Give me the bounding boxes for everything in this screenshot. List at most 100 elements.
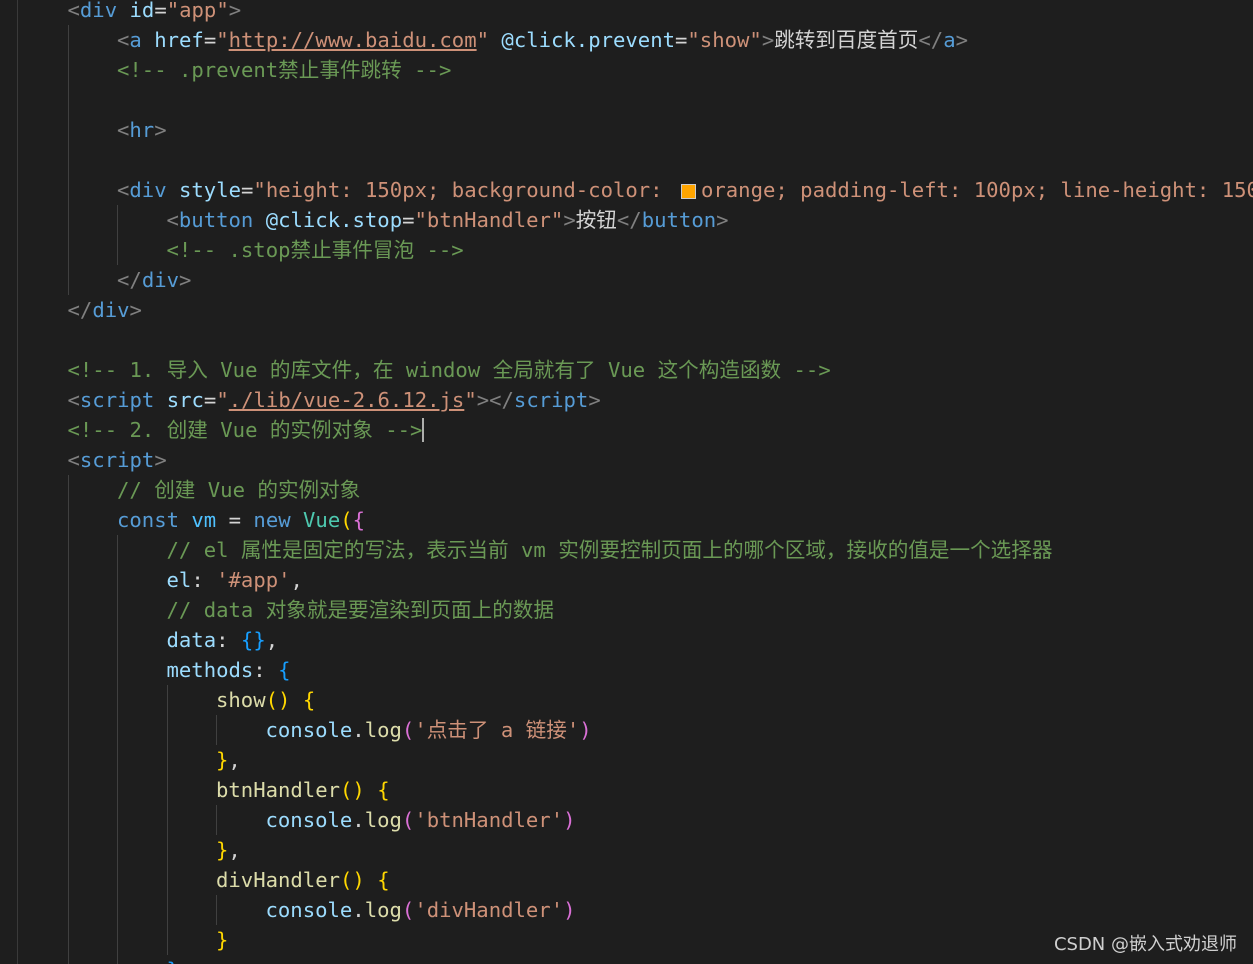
indent-guide xyxy=(67,475,69,505)
code-token: > xyxy=(129,298,142,322)
code-token: <!-- 1. 导入 Vue 的库文件，在 window 全局就有了 Vue 这… xyxy=(67,358,831,382)
watermark: CSDN @嵌入式劝退师 xyxy=(1053,934,1237,955)
indent-guide xyxy=(117,745,118,775)
code-token: " xyxy=(216,388,229,412)
code-token: , xyxy=(265,628,279,652)
code-line-content: show() { xyxy=(216,685,315,715)
code-token: " xyxy=(476,28,490,52)
indent-guide xyxy=(67,505,69,535)
color-swatch-icon[interactable] xyxy=(680,184,696,199)
code-token: < xyxy=(117,118,130,142)
code-token: a xyxy=(129,28,142,52)
code-token: > xyxy=(563,208,576,232)
code-line-content: </div> xyxy=(68,295,142,325)
code-token: @click.prevent xyxy=(489,28,675,52)
code-token: log xyxy=(364,718,402,742)
code-line-content: console.log('btnHandler') xyxy=(266,805,576,835)
code-token: orange; padding-left: 100px; line-height… xyxy=(700,178,1253,202)
code-token: new xyxy=(253,508,291,532)
code-token: {} xyxy=(240,628,266,652)
code-token: button xyxy=(641,208,717,232)
indent-guide xyxy=(67,745,69,775)
code-line-content: <!-- .stop禁止事件冒泡 --> xyxy=(167,235,464,265)
indent-guide xyxy=(67,535,69,565)
code-token: div xyxy=(79,0,118,22)
code-line-content: <hr> xyxy=(117,115,167,145)
indent-guide xyxy=(166,805,168,835)
code-line-content: <!-- 2. 创建 Vue 的实例对象 --> xyxy=(68,416,425,444)
indent-guide xyxy=(67,55,69,85)
code-token: console xyxy=(265,718,353,742)
code-line-content: methods: { xyxy=(167,655,291,685)
code-token: // el 属性是固定的写法，表示当前 vm 实例要控制页面上的哪个区域，接收的… xyxy=(166,538,1053,562)
code-token: hr xyxy=(129,118,155,142)
code-token: </ xyxy=(67,298,93,322)
code-token: div xyxy=(141,268,180,292)
indent-guide xyxy=(117,895,118,925)
indent-guide xyxy=(216,895,217,925)
code-token: () xyxy=(340,868,365,892)
code-line-content: } xyxy=(216,925,228,955)
code-token: http://www.baidu.com xyxy=(228,28,477,52)
code-token: log xyxy=(364,898,402,922)
code-token: > xyxy=(154,448,167,472)
indent-guide xyxy=(117,595,118,625)
code-line-content: // el 属性是固定的写法，表示当前 vm 实例要控制页面上的哪个区域，接收的… xyxy=(167,535,1053,565)
code-token: > xyxy=(588,388,601,412)
code-token: ( xyxy=(340,508,353,532)
code-token: { xyxy=(377,868,390,892)
code-token: div xyxy=(92,298,130,322)
indent-guide xyxy=(67,865,69,895)
code-token: // data 对象就是要渲染到页面上的数据 xyxy=(166,598,555,622)
code-token: div xyxy=(129,178,167,202)
code-token: show xyxy=(216,688,266,712)
indent-guide xyxy=(67,265,69,295)
indent-guide xyxy=(166,745,168,775)
code-token: < xyxy=(166,208,179,232)
code-token: </ xyxy=(117,268,142,292)
code-token: < xyxy=(117,28,130,52)
code-token: = xyxy=(203,388,217,412)
code-line-content: <script> xyxy=(68,445,167,475)
code-editor[interactable]: <div id="app"> <a href="http://www.baidu.… xyxy=(0,0,1253,964)
indent-guide xyxy=(117,835,118,865)
code-token: 跳转到百度首页 xyxy=(774,28,919,52)
indent-guide xyxy=(117,235,118,265)
code-token: data xyxy=(166,628,217,652)
code-token: . xyxy=(352,718,365,742)
code-token: . xyxy=(352,808,365,832)
code-token: = xyxy=(216,508,254,532)
code-token: log xyxy=(364,808,402,832)
indent-guide xyxy=(117,655,118,685)
code-token: '#app' xyxy=(216,568,291,592)
code-token: '点击了 a 链接' xyxy=(414,718,580,742)
indent-guide xyxy=(117,865,118,895)
code-token: } xyxy=(216,928,229,952)
code-token: 'btnHandler' xyxy=(414,808,564,832)
code-token: methods xyxy=(166,658,254,682)
code-token: src xyxy=(154,388,204,412)
indent-guide xyxy=(67,685,69,715)
code-line-content: </div> xyxy=(117,265,191,295)
indent-guide xyxy=(117,775,118,805)
code-token: const xyxy=(117,508,179,532)
code-token: " xyxy=(216,28,229,52)
indent-guide xyxy=(67,235,69,265)
code-token: // 创建 Vue 的实例对象 xyxy=(117,478,361,502)
code-token: "show" xyxy=(687,28,762,52)
indent-guide xyxy=(117,205,118,235)
code-token: > xyxy=(179,268,192,292)
code-token: ( xyxy=(401,808,415,832)
code-token: , xyxy=(228,838,241,862)
code-token: "btnHandler" xyxy=(414,208,564,232)
code-token: script xyxy=(513,388,589,412)
indent-guide xyxy=(166,835,168,865)
code-token: "app" xyxy=(166,0,229,22)
code-token: "height: 150px; background-color: xyxy=(253,178,675,202)
code-token: " xyxy=(464,388,477,412)
code-line-content: console.log('divHandler') xyxy=(266,895,576,925)
code-token: el xyxy=(166,568,192,592)
code-token: { xyxy=(302,688,316,712)
